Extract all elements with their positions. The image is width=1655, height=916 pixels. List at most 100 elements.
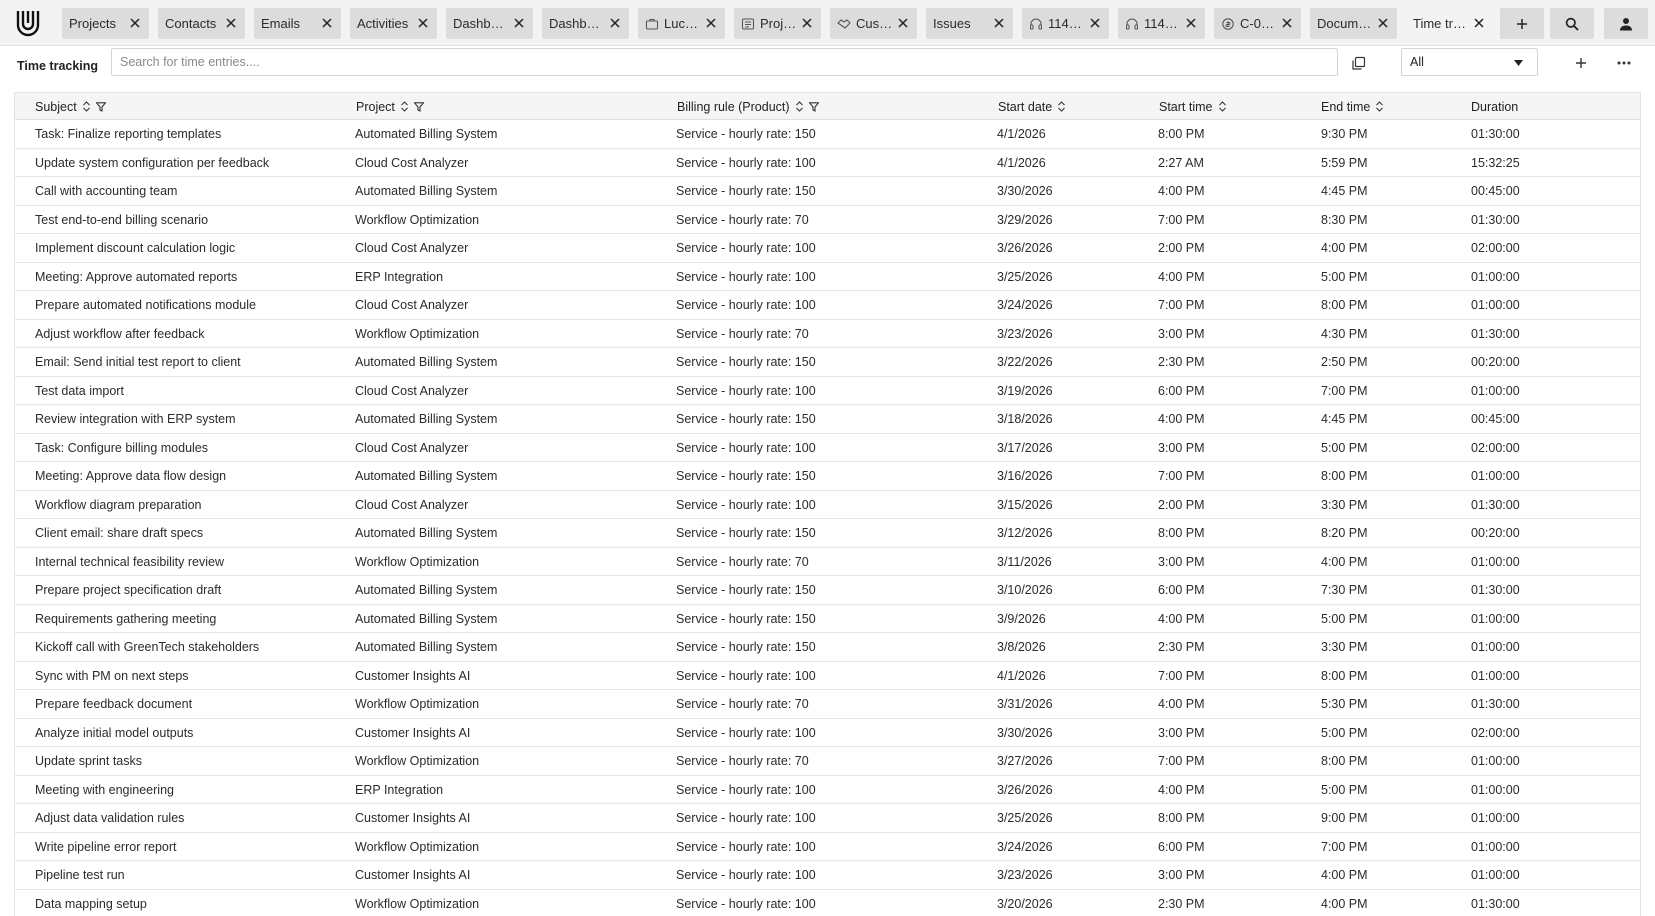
user-profile-button[interactable]	[1604, 8, 1648, 39]
caret-down-icon	[1514, 60, 1523, 66]
view-filter-select[interactable]: All	[1401, 48, 1538, 76]
table-row[interactable]: Meeting: Approve data flow design Automat…	[15, 462, 1640, 491]
table-row[interactable]: Data mapping setup Workflow Optimization S…	[15, 890, 1640, 916]
tab-contract[interactable]: C-000…	[1214, 8, 1301, 39]
tab-issues[interactable]: Issues	[926, 8, 1013, 39]
cell-project: Customer Insights AI	[355, 725, 471, 740]
close-icon[interactable]	[128, 16, 142, 30]
cell-subject: Test end-to-end billing scenario	[35, 212, 209, 227]
tab-project[interactable]: Projec…	[734, 8, 821, 39]
new-tab-button[interactable]	[1500, 8, 1544, 39]
cell-end-time: 5:30 PM	[1321, 697, 1368, 711]
table-row[interactable]: Prepare project specification draft Autom…	[15, 576, 1640, 605]
table-row[interactable]: Meeting with engineering ERP Integration S…	[15, 776, 1640, 804]
close-icon[interactable]	[1280, 16, 1294, 30]
cell-end-time: 5:00 PM	[1321, 782, 1368, 797]
close-icon[interactable]	[224, 16, 238, 30]
cell-billing-rule: Service - hourly rate: 150	[676, 184, 816, 198]
tab-activities[interactable]: Activities	[350, 8, 437, 39]
sort-icon[interactable]	[82, 101, 90, 112]
table-row[interactable]: Update sprint tasks Workflow Optimization…	[15, 747, 1640, 776]
table-row[interactable]: Pipeline test run Customer Insights AI Ser…	[15, 861, 1640, 890]
table-row[interactable]: Meeting: Approve automated reports ERP In…	[15, 263, 1640, 291]
table-row[interactable]: Sync with PM on next steps Customer Insig…	[15, 662, 1640, 690]
column-header-start-date[interactable]: Start date	[998, 93, 1066, 120]
tab-documents[interactable]: Documen…	[1310, 8, 1397, 39]
table-row[interactable]: Adjust workflow after feedback Workflow O…	[15, 320, 1640, 348]
tab-ticket-2[interactable]: 114 F…	[1118, 8, 1205, 39]
table-row[interactable]: Client email: share draft specs Automated…	[15, 519, 1640, 548]
close-icon[interactable]	[992, 16, 1006, 30]
close-icon[interactable]	[1088, 16, 1102, 30]
table-row[interactable]: Email: Send initial test report to clien…	[15, 348, 1640, 377]
add-entry-button[interactable]	[1569, 52, 1593, 74]
close-icon[interactable]	[512, 16, 526, 30]
column-header-billing-rule[interactable]: Billing rule (Product)	[677, 93, 819, 120]
close-icon[interactable]	[800, 16, 814, 30]
filter-icon[interactable]	[808, 101, 819, 112]
cell-end-time: 9:30 PM	[1321, 127, 1368, 141]
tab-dashboard-2[interactable]: Dashboa…	[542, 8, 629, 39]
search-input[interactable]	[111, 48, 1338, 76]
table-row[interactable]: Workflow diagram preparation Cloud Cost A…	[15, 491, 1640, 519]
sort-icon[interactable]	[1058, 101, 1066, 112]
tab-time-tracking[interactable]: Time trac…	[1406, 8, 1493, 39]
sort-icon[interactable]	[1218, 101, 1226, 112]
close-icon[interactable]	[896, 16, 910, 30]
sort-icon[interactable]	[401, 101, 408, 112]
table-row[interactable]: Requirements gathering meeting Automated …	[15, 605, 1640, 633]
tab-ticket-1[interactable]: 114 F…	[1022, 8, 1109, 39]
table-row[interactable]: Kickoff call with GreenTech stakeholders…	[15, 633, 1640, 662]
cell-subject: Meeting: Approve automated reports	[35, 269, 238, 284]
cell-subject: Prepare automated notifications module	[35, 298, 256, 312]
tab-contacts[interactable]: Contacts	[158, 8, 245, 39]
table-row[interactable]: Call with accounting team Automated Billi…	[15, 177, 1640, 206]
tab-customer[interactable]: Custo…	[830, 8, 917, 39]
copy-button[interactable]	[1346, 52, 1370, 74]
tab-projects[interactable]: Projects	[62, 8, 149, 39]
sort-icon[interactable]	[1376, 101, 1384, 112]
table-row[interactable]: Prepare automated notifications module Cl…	[15, 291, 1640, 320]
table-row[interactable]: Review integration with ERP system Automa…	[15, 405, 1640, 434]
tab-dashboard-1[interactable]: Dashboa…	[446, 8, 533, 39]
filter-icon[interactable]	[95, 101, 106, 112]
close-icon[interactable]	[1472, 16, 1486, 30]
table-row[interactable]: Internal technical feasibility review Wor…	[15, 548, 1640, 576]
table-row[interactable]: Implement discount calculation logic Clou…	[15, 234, 1640, 263]
table-row[interactable]: Task: Finalize reporting templates Automa…	[15, 120, 1640, 149]
table-row[interactable]: Analyze initial model outputs Customer In…	[15, 719, 1640, 747]
column-header-project[interactable]: Project	[356, 93, 424, 120]
table-row[interactable]: Test end-to-end billing scenario Workflow…	[15, 206, 1640, 234]
table-row[interactable]: Task: Configure billing modules Cloud Cos…	[15, 434, 1640, 462]
column-header-end-time[interactable]: End time	[1321, 93, 1384, 120]
close-icon[interactable]	[320, 16, 334, 30]
sort-icon[interactable]	[795, 101, 803, 112]
table-row[interactable]: Update system configuration per feedback…	[15, 149, 1640, 177]
table-row[interactable]: Adjust data validation rules Customer Ins…	[15, 804, 1640, 833]
cell-billing-rule: Service - hourly rate: 150	[676, 583, 816, 597]
cell-start-time: 6:00 PM	[1158, 583, 1205, 597]
close-icon[interactable]	[1376, 16, 1390, 30]
table-row[interactable]: Test data import Cloud Cost Analyzer Servi…	[15, 377, 1640, 405]
close-icon[interactable]	[608, 16, 622, 30]
table-row[interactable]: Write pipeline error report Workflow Opti…	[15, 833, 1640, 861]
cell-subject: Kickoff call with GreenTech stakeholders	[35, 640, 260, 654]
toolbar: Time tracking All	[0, 46, 1655, 88]
global-search-button[interactable]	[1550, 8, 1594, 39]
table-row[interactable]: Prepare feedback document Workflow Optimi…	[15, 690, 1640, 719]
cell-duration: 00:20:00	[1471, 526, 1520, 540]
close-icon[interactable]	[416, 16, 430, 30]
column-header-duration[interactable]: Duration	[1471, 93, 1518, 120]
cell-project: Customer Insights AI	[355, 668, 471, 683]
tab-emails[interactable]: Emails	[254, 8, 341, 39]
close-icon[interactable]	[704, 16, 718, 30]
tab-lucas[interactable]: Lucas…	[638, 8, 725, 39]
more-options-button[interactable]	[1612, 52, 1636, 74]
close-icon[interactable]	[1184, 16, 1198, 30]
app-logo[interactable]	[0, 0, 55, 46]
column-header-subject[interactable]: Subject	[35, 93, 106, 120]
tab-bar: Projects Contacts Emails Activities Dash…	[0, 0, 1655, 46]
filter-icon[interactable]	[413, 101, 424, 112]
cell-end-time: 8:20 PM	[1321, 526, 1368, 540]
column-header-start-time[interactable]: Start time	[1159, 93, 1226, 120]
